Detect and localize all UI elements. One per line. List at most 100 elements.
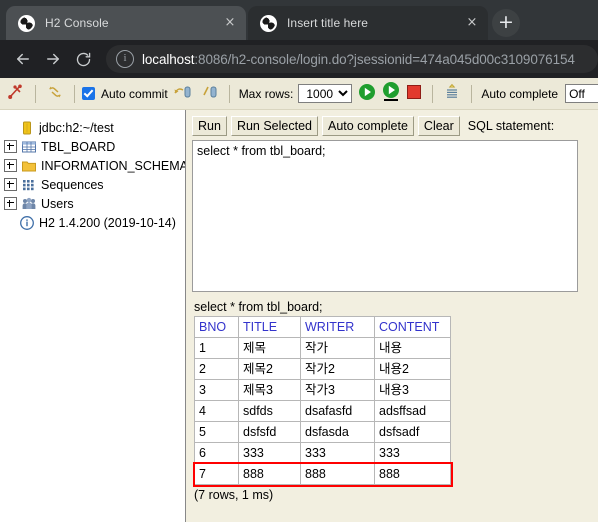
sql-panel: Run Run Selected Auto complete Clear SQL… [186,110,598,522]
run-button[interactable]: Run [192,116,227,136]
auto-complete-label: Auto complete [481,86,559,101]
table-row[interactable]: 6 333 333 333 [194,442,451,464]
cell-writer: 333 [300,442,375,464]
column-header-writer[interactable]: WRITER [300,316,375,338]
cell-title: 333 [238,442,301,464]
table-row[interactable]: 3 제목3 작가3 내용3 [194,379,451,401]
toolbar-divider [228,84,230,103]
run-selected-button[interactable]: Run Selected [230,116,318,136]
cell-bno: 7 [194,463,239,485]
commit-icon[interactable] [173,84,193,103]
h2-globe-icon [18,14,35,32]
cell-bno: 6 [194,442,239,464]
address-bar[interactable]: i localhost:8086/h2-console/login.do?jse… [106,45,598,73]
database-tree: jdbc:h2:~/test TBL_BOARD INFORMATION_SCH… [0,110,186,522]
expand-icon[interactable] [4,140,17,153]
cell-title: 제목2 [238,358,301,380]
cell-writer: 작가2 [300,358,375,380]
toolbar-divider [471,84,473,103]
cell-content: 333 [374,442,451,464]
tree-item-users[interactable]: Users [4,194,185,213]
cell-content: adsffsad [374,400,451,422]
run-icon[interactable] [358,83,376,104]
rollback-icon[interactable] [199,84,219,103]
tree-item-label: jdbc:h2:~/test [39,120,114,135]
tree-item-connection[interactable]: jdbc:h2:~/test [4,118,185,137]
disconnect-icon[interactable] [7,83,25,104]
cell-content: dsfsadf [374,421,451,443]
cell-bno: 3 [194,379,239,401]
close-icon[interactable]: × [222,15,238,31]
url-path: :8086/h2-console/login.do?jsessionid=474… [194,51,575,67]
result-query-echo: select * from tbl_board; [194,300,323,314]
cell-title: 제목3 [238,379,301,401]
stop-icon[interactable] [406,84,422,103]
expand-icon[interactable] [4,159,17,172]
table-row[interactable]: 1 제목 작가 내용 [194,337,451,359]
sequences-icon [21,177,37,193]
tree-item-label: Users [41,196,74,211]
tree-item-sequences[interactable]: Sequences [4,175,185,194]
database-icon [19,120,35,136]
navigation-bar: i localhost:8086/h2-console/login.do?jse… [0,40,598,78]
refresh-icon[interactable] [46,83,64,104]
result-table: BNO TITLE WRITER CONTENT 1 제목 작가 내용 2 제목… [194,316,451,485]
close-icon[interactable]: × [464,15,480,31]
tree-item-label: TBL_BOARD [41,139,116,154]
result-footer: (7 rows, 1 ms) [194,488,274,502]
site-info-icon[interactable]: i [116,50,134,68]
cell-writer: 888 [300,463,375,485]
cell-bno: 2 [194,358,239,380]
toolbar-divider [35,84,36,103]
expand-icon[interactable] [4,197,17,210]
reload-icon[interactable] [68,44,98,74]
max-rows-label: Max rows: [238,86,294,101]
tree-item-version[interactable]: H2 1.4.200 (2019-10-14) [4,213,185,232]
toolbar-divider [432,84,434,103]
table-row[interactable]: 2 제목2 작가2 내용2 [194,358,451,380]
tree-item-information-schema[interactable]: INFORMATION_SCHEMA [4,156,185,175]
auto-complete-value[interactable]: Off [565,84,598,103]
cell-title: 888 [238,463,301,485]
auto-commit-label: Auto commit [101,86,168,101]
result-panel: select * from tbl_board; BNO TITLE WRITE… [192,300,598,502]
cell-writer: 작가3 [300,379,375,401]
sql-input[interactable]: select * from tbl_board; [192,140,578,292]
clear-button[interactable]: Clear [417,116,460,136]
cell-content: 내용 [374,337,451,359]
cell-content: 내용2 [374,358,451,380]
info-circle-icon [19,215,35,231]
table-row-highlighted[interactable]: 7 888 888 888 [194,463,451,485]
run-selected-icon[interactable] [382,82,400,105]
url-host: localhost [142,51,195,67]
cell-content: 888 [374,463,451,485]
cell-title: dsfsfd [238,421,301,443]
auto-commit-checkbox[interactable] [82,87,95,100]
browser-tab-insert-title-here[interactable]: Insert title here × [248,6,488,40]
tree-item-label: H2 1.4.200 (2019-10-14) [39,215,176,230]
h2-toolbar: Auto commit Max rows: 1000 Auto complete… [0,78,598,110]
cell-title: sdfds [238,400,301,422]
auto-complete-button[interactable]: Auto complete [322,116,414,136]
forward-arrow-icon[interactable] [38,44,68,74]
tree-item-label: Sequences [41,177,104,192]
new-tab-button[interactable]: + [492,9,520,37]
table-row[interactable]: 5 dsfsfd dsfasda dsfsadf [194,421,451,443]
table-row[interactable]: 4 sdfds dsafasfd adsffsad [194,400,451,422]
tab-title: H2 Console [45,16,109,30]
column-header-content[interactable]: CONTENT [374,316,451,338]
browser-tab-h2-console[interactable]: H2 Console × [6,6,246,40]
max-rows-select[interactable]: 1000 [298,84,353,103]
users-icon [21,196,37,212]
column-header-bno[interactable]: BNO [194,316,239,338]
tree-item-tbl-board[interactable]: TBL_BOARD [4,137,185,156]
column-header-title[interactable]: TITLE [238,316,301,338]
tab-strip: H2 Console × Insert title here × + [0,0,598,40]
cell-title: 제목 [238,337,301,359]
sql-button-row: Run Run Selected Auto complete Clear SQL… [192,116,598,136]
back-arrow-icon[interactable] [8,44,38,74]
expand-icon[interactable] [4,178,17,191]
table-header-row: BNO TITLE WRITER CONTENT [194,316,451,338]
tab-title: Insert title here [287,16,369,30]
history-icon[interactable] [443,83,461,104]
